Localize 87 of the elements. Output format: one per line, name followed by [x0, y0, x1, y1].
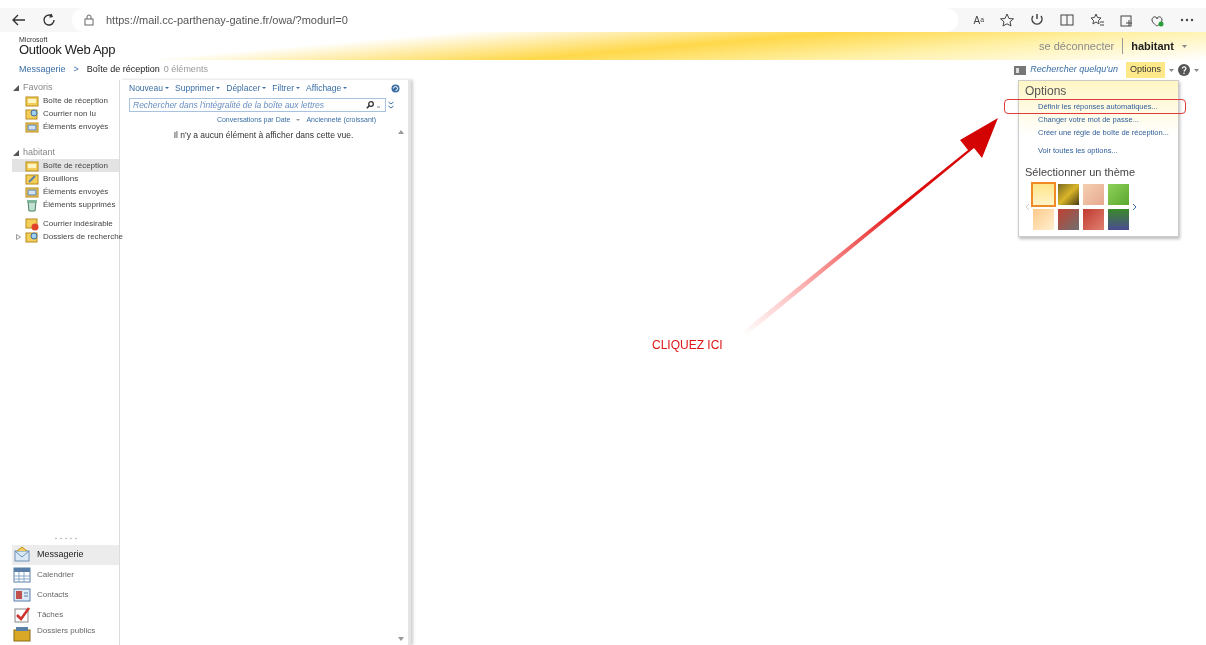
expand-icon[interactable]	[388, 101, 394, 109]
collections-icon[interactable]	[1120, 13, 1134, 27]
toolbar-menu[interactable]: Affichage	[306, 81, 348, 95]
next-icon	[1132, 202, 1137, 211]
toolbar-menu[interactable]: Filtrer	[272, 81, 300, 95]
sent-folder-icon	[25, 184, 39, 199]
read-aloud-button[interactable]: Aᵃ	[973, 12, 984, 28]
annotation-text: CLIQUEZ ICI	[652, 337, 723, 354]
theme-thumbnail[interactable]	[1058, 208, 1079, 230]
breadcrumb-link[interactable]: Messagerie	[19, 63, 66, 77]
current-folder: Boîte de réception	[86, 63, 160, 77]
more-icon[interactable]	[1180, 18, 1194, 22]
search-folder-icon	[25, 106, 39, 121]
item-count: 0 éléments	[163, 63, 208, 77]
breadcrumb-separator: >	[73, 63, 79, 77]
module-tab[interactable]: Calendrier	[12, 565, 119, 585]
caret-icon	[1169, 68, 1174, 72]
refresh-icon[interactable]	[42, 13, 56, 27]
caret-icon	[1194, 68, 1199, 72]
toolbar-menu[interactable]: Déplacer	[226, 81, 267, 95]
scroll-down-icon	[398, 637, 404, 641]
folder-item[interactable]: Éléments supprimés	[12, 198, 119, 211]
address-bar[interactable]: https://mail.cc-parthenay-gatine.fr/owa/?modurl=0	[72, 8, 958, 32]
theme-thumbnail[interactable]	[1108, 183, 1129, 205]
resize-grip-icon	[54, 537, 77, 540]
folder-item[interactable]: Boîte de réception	[12, 94, 119, 107]
theme-thumbnail[interactable]	[1058, 183, 1079, 205]
search-field[interactable]: Rechercher dans l'intégralité de la boîte aux lettres	[129, 98, 386, 112]
favorites-icon[interactable]	[1090, 13, 1104, 27]
refresh-icon[interactable]	[391, 83, 400, 93]
previous-icon	[1025, 202, 1030, 211]
menu-title: Options	[1025, 83, 1068, 100]
junk-folder-icon	[25, 216, 39, 231]
caret-icon	[343, 87, 348, 89]
drafts-folder-icon	[25, 171, 39, 186]
calendar-icon	[13, 566, 31, 584]
theme-thumbnail[interactable]	[1033, 183, 1054, 205]
folder-item[interactable]: Brouillons	[12, 172, 119, 185]
public-folder-icon	[13, 625, 31, 643]
inbox-icon	[25, 93, 39, 108]
inbox-icon	[25, 158, 39, 173]
envelope-icon	[13, 546, 31, 564]
theme-thumbnail[interactable]	[1108, 208, 1129, 230]
caret-icon	[296, 119, 301, 122]
folder-item[interactable]: Courrier indésirable	[12, 217, 119, 230]
trash-icon	[25, 197, 39, 212]
sent-folder-icon	[25, 119, 39, 134]
lock-icon	[84, 14, 94, 26]
theme-thumbnail[interactable]	[1033, 208, 1054, 230]
user-menu[interactable]: habitant	[1131, 37, 1174, 55]
address-book-icon	[1014, 64, 1027, 76]
module-tab[interactable]: Contacts	[12, 585, 119, 605]
url-text: https://mail.cc-parthenay-gatine.fr/owa/?modurl=0	[106, 12, 348, 28]
caret-icon	[216, 87, 221, 89]
toolbar-menu[interactable]: Supprimer	[175, 81, 221, 95]
theme-heading: Sélectionner un thème	[1025, 165, 1137, 180]
theme-thumbnail[interactable]	[1083, 183, 1104, 205]
theme-thumbnail[interactable]	[1083, 208, 1104, 230]
caret-icon	[1182, 44, 1187, 48]
expand-arrow-icon	[16, 233, 21, 240]
folder-item[interactable]: Boîte de réception	[12, 159, 119, 172]
split-screen-icon[interactable]	[1060, 13, 1074, 27]
help-icon[interactable]	[1178, 64, 1190, 76]
checkmark-icon	[13, 606, 31, 624]
folder-item[interactable]: Courrier non lu	[12, 107, 119, 120]
folder-item[interactable]: Éléments envoyés	[12, 185, 119, 198]
contact-card-icon	[13, 586, 31, 604]
back-icon[interactable]	[12, 14, 26, 26]
caret-icon	[296, 87, 300, 89]
search-folder-icon	[25, 229, 39, 244]
module-tab[interactable]: Dossiers publics	[12, 625, 119, 645]
find-someone-link[interactable]: Rechercher quelqu'un	[1030, 63, 1118, 77]
module-tab[interactable]: Tâches	[12, 605, 119, 625]
heart-icon[interactable]	[1150, 13, 1164, 27]
empty-list-message: Il n'y a aucun élément à afficher dans cette vue.	[173, 128, 354, 141]
toolbar-menu[interactable]: Nouveau	[129, 81, 170, 95]
star-icon[interactable]	[1000, 13, 1014, 27]
caret-icon	[165, 87, 170, 89]
folder-item[interactable]: Éléments envoyés	[12, 120, 119, 133]
folder-group-label[interactable]: habitant	[23, 146, 56, 160]
scroll-up-icon	[398, 129, 404, 134]
search-icon	[366, 101, 374, 109]
app-logo: Outlook Web App	[19, 43, 116, 56]
module-tab[interactable]: Messagerie	[12, 545, 119, 565]
folder-group-label[interactable]: Favoris	[23, 81, 53, 95]
options-button[interactable]: Options	[1125, 62, 1165, 78]
caret-icon	[262, 87, 267, 89]
